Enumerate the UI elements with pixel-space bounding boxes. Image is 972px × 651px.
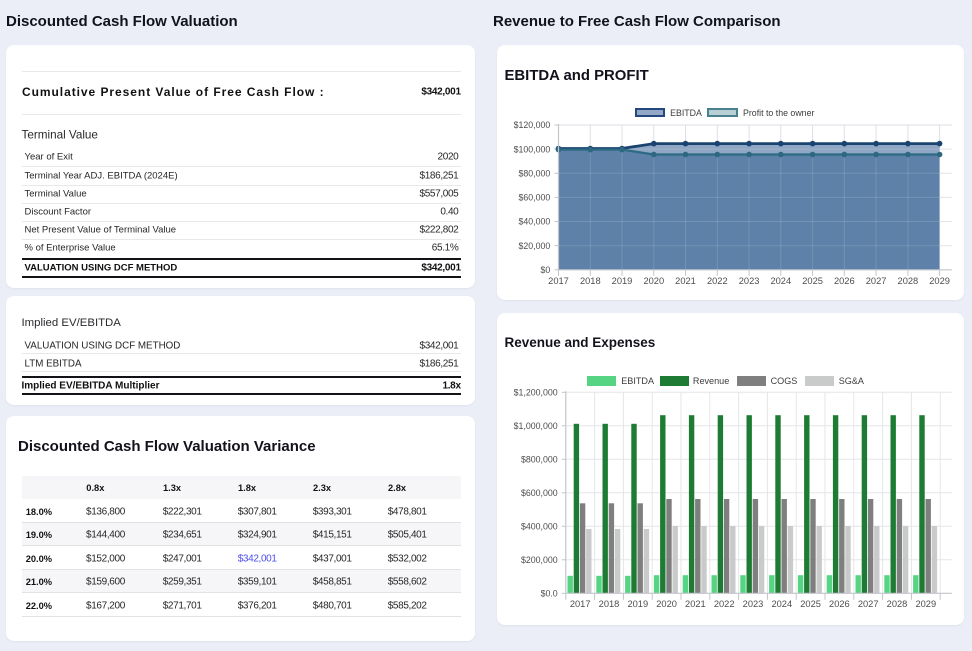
svg-text:2021: 2021 <box>675 276 696 286</box>
svg-text:2017: 2017 <box>570 599 591 609</box>
svg-text:$120,000: $120,000 <box>514 120 551 130</box>
svg-text:2019: 2019 <box>627 599 648 609</box>
svg-text:2024: 2024 <box>770 276 791 286</box>
svg-text:2022: 2022 <box>707 276 728 286</box>
svg-text:2018: 2018 <box>580 276 601 286</box>
svg-text:2017: 2017 <box>548 276 569 286</box>
svg-text:2025: 2025 <box>800 599 821 609</box>
svg-text:2023: 2023 <box>739 276 760 286</box>
svg-text:2027: 2027 <box>866 276 887 286</box>
svg-text:2029: 2029 <box>929 276 950 286</box>
svg-text:2025: 2025 <box>802 276 823 286</box>
svg-text:2028: 2028 <box>898 276 919 286</box>
svg-text:2026: 2026 <box>829 599 850 609</box>
svg-text:$60,000: $60,000 <box>518 193 550 203</box>
svg-text:$400,000: $400,000 <box>521 522 558 532</box>
svg-text:$200,000: $200,000 <box>521 555 558 565</box>
svg-text:2018: 2018 <box>599 599 620 609</box>
svg-text:$0.0: $0.0 <box>541 589 558 599</box>
svg-text:$600,000: $600,000 <box>521 488 558 498</box>
svg-text:2020: 2020 <box>643 276 664 286</box>
svg-text:2019: 2019 <box>612 276 633 286</box>
svg-text:2020: 2020 <box>656 599 677 609</box>
svg-text:$0: $0 <box>541 265 551 275</box>
svg-text:2022: 2022 <box>714 599 735 609</box>
svg-text:$20,000: $20,000 <box>518 241 550 251</box>
svg-text:2021: 2021 <box>685 599 706 609</box>
svg-text:$40,000: $40,000 <box>518 217 550 227</box>
svg-text:2023: 2023 <box>743 599 764 609</box>
svg-text:$800,000: $800,000 <box>521 455 558 465</box>
svg-text:2029: 2029 <box>915 599 936 609</box>
svg-text:$100,000: $100,000 <box>514 144 551 154</box>
svg-text:$1,200,000: $1,200,000 <box>514 388 558 398</box>
svg-text:2027: 2027 <box>858 599 879 609</box>
svg-text:$80,000: $80,000 <box>518 169 550 179</box>
svg-text:2026: 2026 <box>834 276 855 286</box>
svg-text:2024: 2024 <box>771 599 792 609</box>
svg-text:2028: 2028 <box>887 599 908 609</box>
svg-text:$1,000,000: $1,000,000 <box>514 421 558 431</box>
